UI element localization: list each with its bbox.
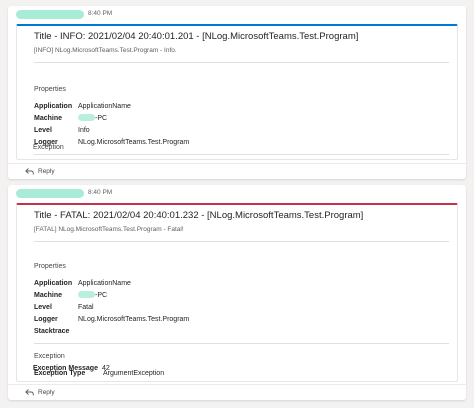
exception-label: Exception	[33, 144, 64, 151]
reply-label: Reply	[38, 389, 55, 396]
divider	[34, 343, 449, 344]
machine-name-redacted	[78, 114, 95, 122]
fact-application: Application ApplicationName	[34, 102, 131, 112]
fact-application: Application ApplicationName	[34, 279, 131, 289]
reply-button[interactable]: Reply	[25, 389, 55, 396]
fact-key: Machine	[34, 115, 63, 122]
message-timestamp: 8:40 PM	[88, 10, 113, 17]
reply-arrow-icon	[25, 389, 34, 396]
fact-value: 42	[102, 365, 110, 372]
fact-key: Logger	[34, 316, 58, 323]
fact-value: ArgumentException	[103, 370, 165, 377]
sender-name-redacted[interactable]	[16, 10, 84, 19]
fact-key: Exception Message	[33, 365, 98, 372]
divider	[34, 241, 449, 242]
fact-key: Application	[34, 103, 73, 110]
card-title: Title - FATAL: 2021/02/04 20:40:01.232 -…	[34, 210, 364, 221]
reply-button[interactable]: Reply	[25, 168, 55, 175]
machine-name-redacted	[78, 291, 95, 299]
fact-value: ApplicationName	[78, 103, 131, 110]
fact-machine: Machine -PC	[34, 291, 107, 301]
fact-value: ApplicationName	[78, 280, 131, 287]
exception-label: Exception	[34, 353, 65, 360]
reply-label: Reply	[38, 168, 55, 175]
message-timestamp: 8:40 PM	[88, 189, 113, 196]
adaptive-card-info: Title - INFO: 2021/02/04 20:40:01.201 - …	[16, 24, 458, 160]
fact-level: Level Fatal	[34, 303, 94, 313]
card-subtitle: [FATAL] NLog.MicrosoftTeams.Test.Program…	[34, 226, 184, 233]
card-title: Title - INFO: 2021/02/04 20:40:01.201 - …	[34, 31, 359, 42]
fact-value-wrap: -PC	[78, 291, 107, 301]
message-header: 8:40 PM	[8, 185, 466, 203]
fact-level: Level Info	[34, 126, 90, 136]
sender-name-redacted[interactable]	[16, 189, 84, 198]
fact-value: -PC	[95, 115, 108, 122]
fact-key: Machine	[34, 292, 63, 299]
properties-label: Properties	[34, 86, 66, 93]
fact-key: Stacktrace	[34, 328, 70, 335]
fact-value: Info	[78, 127, 90, 134]
fact-key: Application	[34, 280, 73, 287]
fact-stacktrace: Stacktrace	[34, 327, 69, 337]
fact-value: NLog.MicrosoftTeams.Test.Program	[78, 316, 190, 323]
fact-key: Level	[34, 127, 52, 134]
message-thread-info: 8:40 PM Title - INFO: 2021/02/04 20:40:0…	[8, 6, 466, 179]
message-header: 8:40 PM	[8, 6, 466, 24]
reply-arrow-icon	[25, 168, 34, 175]
fact-exception-message: Exception Message 42	[33, 364, 110, 374]
fact-value: NLog.MicrosoftTeams.Test.Program	[78, 139, 190, 146]
fact-value: Fatal	[78, 304, 94, 311]
reply-bar	[8, 163, 466, 179]
fact-key: Level	[34, 304, 52, 311]
fact-value: -PC	[95, 292, 108, 299]
divider	[34, 154, 449, 155]
fact-value-wrap: -PC	[78, 114, 107, 124]
divider	[34, 62, 449, 63]
fact-machine: Machine -PC	[34, 114, 107, 124]
properties-label: Properties	[34, 263, 66, 270]
fact-logger: Logger NLog.MicrosoftTeams.Test.Program	[34, 315, 189, 325]
message-thread-fatal: 8:40 PM Title - FATAL: 2021/02/04 20:40:…	[8, 185, 466, 400]
card-subtitle: [INFO] NLog.MicrosoftTeams.Test.Program …	[34, 47, 177, 54]
reply-bar	[8, 384, 466, 400]
adaptive-card-fatal: Title - FATAL: 2021/02/04 20:40:01.232 -…	[16, 203, 458, 382]
